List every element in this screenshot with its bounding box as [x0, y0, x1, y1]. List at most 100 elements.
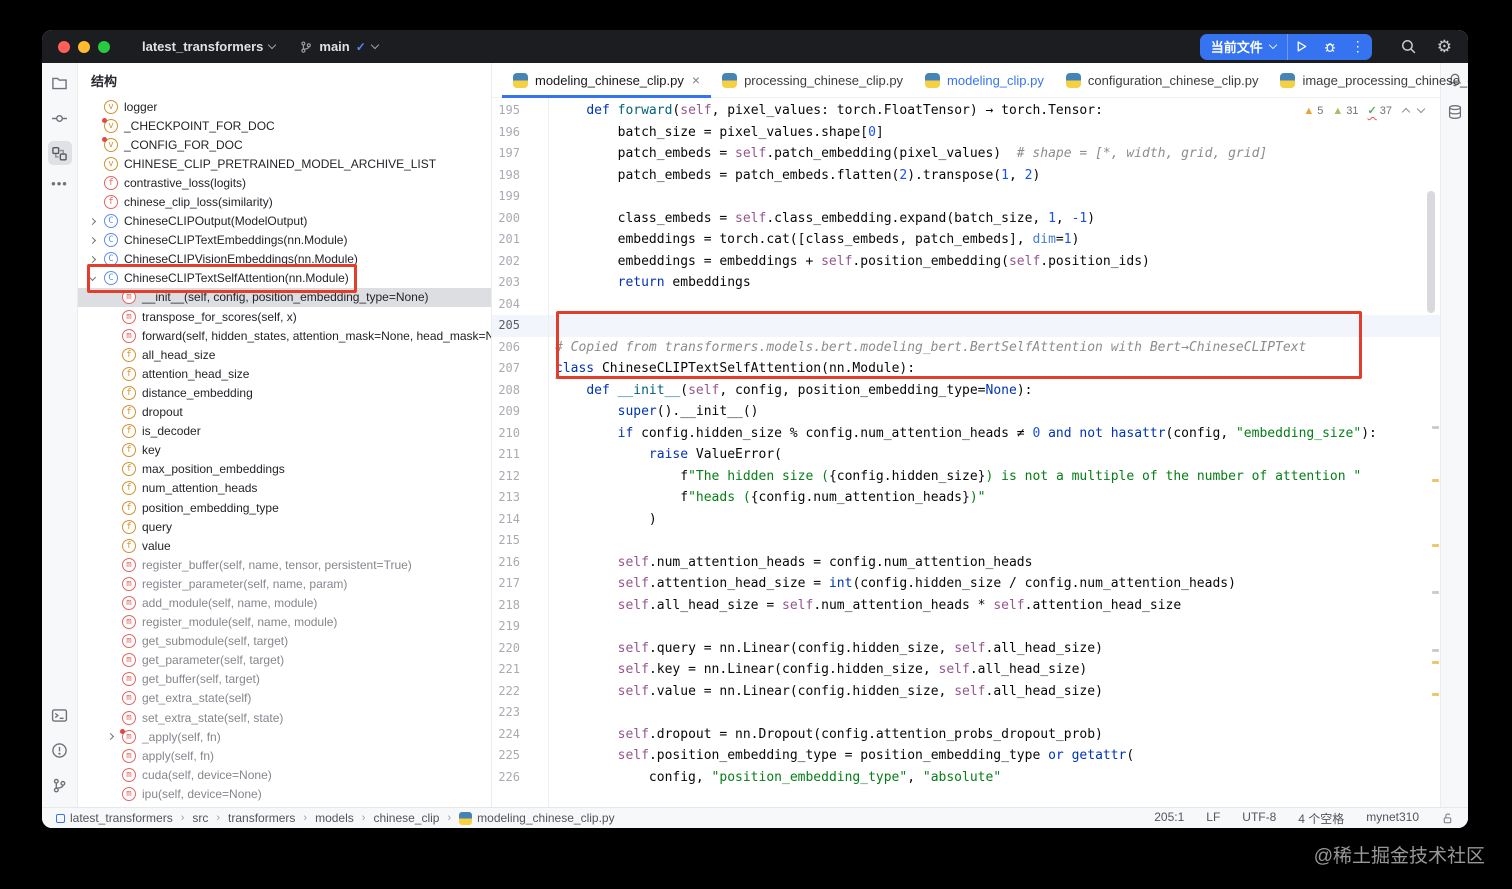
- tab[interactable]: modeling_clip.py: [914, 63, 1055, 97]
- tab[interactable]: modeling_chinese_clip.py ×: [502, 63, 712, 98]
- code-line[interactable]: 226 config, "position_embedding_type", "…: [492, 767, 1440, 789]
- previous-problem-button[interactable]: [1401, 107, 1411, 117]
- warnings-indicator[interactable]: ▲ 5: [1303, 105, 1323, 117]
- code-line[interactable]: 225 self.position_embedding_type = posit…: [492, 745, 1440, 767]
- error-stripe-mark[interactable]: [1432, 591, 1439, 594]
- breadcrumb-item[interactable]: transformers: [228, 811, 295, 825]
- code-line[interactable]: 223: [492, 702, 1440, 724]
- code-line[interactable]: 200 class_embeds = self.class_embedding.…: [492, 208, 1440, 230]
- breadcrumb-item[interactable]: src: [192, 811, 208, 825]
- code-line[interactable]: 215: [492, 530, 1440, 552]
- code-line[interactable]: 207 class ChineseCLIPTextSelfAttention(nn…: [492, 358, 1440, 380]
- more-actions-button[interactable]: ⋮: [1344, 34, 1372, 60]
- error-stripe-mark[interactable]: [1432, 479, 1439, 482]
- run-config-selector[interactable]: 当前文件: [1200, 34, 1287, 60]
- search-everywhere-button[interactable]: [1400, 38, 1417, 55]
- structure-item[interactable]: v logger: [78, 97, 491, 116]
- debug-button[interactable]: [1316, 34, 1344, 60]
- code-line[interactable]: 224 self.dropout = nn.Dropout(config.att…: [492, 724, 1440, 746]
- code-line[interactable]: 196 batch_size = pixel_values.shape[0]: [492, 122, 1440, 144]
- code-line[interactable]: 202 embeddings = embeddings + self.posit…: [492, 251, 1440, 273]
- code-line[interactable]: 210 if config.hidden_size % config.num_a…: [492, 423, 1440, 445]
- error-stripe-mark[interactable]: [1432, 544, 1439, 547]
- project-tool-button[interactable]: [48, 71, 72, 95]
- structure-item[interactable]: C ChineseCLIPTextSelfAttention(nn.Module): [78, 269, 491, 288]
- code-line[interactable]: 217 self.attention_head_size = int(confi…: [492, 573, 1440, 595]
- code-line[interactable]: 221 self.key = nn.Linear(config.hidden_s…: [492, 659, 1440, 681]
- structure-item[interactable]: f is_decoder: [78, 422, 491, 441]
- problems-tool-button[interactable]: [48, 738, 72, 762]
- status-item[interactable]: 4 个空格: [1298, 810, 1344, 827]
- code-line[interactable]: 222 self.value = nn.Linear(config.hidden…: [492, 681, 1440, 703]
- database-tool-button[interactable]: [1447, 104, 1463, 120]
- structure-item[interactable]: f distance_embedding: [78, 383, 491, 402]
- error-stripe-mark[interactable]: [1432, 426, 1439, 429]
- code-line[interactable]: 206 # Copied from transformers.models.ber…: [492, 337, 1440, 359]
- structure-item[interactable]: m cuda(self, device=None): [78, 765, 491, 784]
- code-line[interactable]: 203 return embeddings: [492, 272, 1440, 294]
- structure-item[interactable]: m apply(self, fn): [78, 746, 491, 765]
- code-line[interactable]: 216 self.num_attention_heads = config.nu…: [492, 552, 1440, 574]
- structure-item[interactable]: f dropout: [78, 403, 491, 422]
- breadcrumb-item[interactable]: models: [315, 811, 354, 825]
- code-line[interactable]: 213 f"heads ({config.num_attention_heads…: [492, 487, 1440, 509]
- tree-chevron-icon[interactable]: [88, 255, 104, 263]
- structure-item[interactable]: m __init__(self, config, position_embeddi…: [78, 287, 491, 308]
- structure-item[interactable]: C ChineseCLIPVisionEmbeddings(nn.Module): [78, 250, 491, 269]
- code-line[interactable]: 209 super().__init__(): [492, 401, 1440, 423]
- structure-item[interactable]: f query: [78, 517, 491, 536]
- inspections-widget[interactable]: ▲ 5 ▲ 31 ✓ 37: [1299, 103, 1428, 118]
- structure-item[interactable]: f position_embedding_type: [78, 498, 491, 517]
- code-line[interactable]: 205: [492, 315, 1440, 337]
- code-line[interactable]: 211 raise ValueError(: [492, 444, 1440, 466]
- structure-tool-button[interactable]: [47, 141, 72, 165]
- maximize-window-button[interactable]: [98, 40, 110, 53]
- structure-item[interactable]: m register_parameter(self, name, param): [78, 574, 491, 593]
- tree-chevron-icon[interactable]: [88, 217, 104, 225]
- project-selector[interactable]: latest_transformers: [142, 39, 277, 54]
- version-control-tool-button[interactable]: [48, 773, 72, 797]
- editor-scrollbar[interactable]: [1427, 191, 1435, 313]
- code-line[interactable]: 198 patch_embeds = patch_embeds.flatten(…: [492, 165, 1440, 187]
- code-line[interactable]: 219: [492, 616, 1440, 638]
- structure-item[interactable]: m register_buffer(self, name, tensor, per…: [78, 555, 491, 574]
- code-line[interactable]: 199: [492, 186, 1440, 208]
- breadcrumb-item[interactable]: modeling_chinese_clip.py: [459, 811, 615, 825]
- lock-icon[interactable]: [1441, 812, 1454, 825]
- error-stripe-mark[interactable]: [1432, 661, 1439, 664]
- code-editor[interactable]: 195 def forward(self, pixel_values: torc…: [492, 98, 1440, 807]
- structure-item[interactable]: v _CHECKPOINT_FOR_DOC: [78, 116, 491, 135]
- structure-item[interactable]: C ChineseCLIPOutput(ModelOutput): [78, 212, 491, 231]
- structure-item[interactable]: v _CONFIG_FOR_DOC: [78, 135, 491, 154]
- structure-item[interactable]: f max_position_embeddings: [78, 460, 491, 479]
- structure-item[interactable]: f value: [78, 536, 491, 555]
- structure-item[interactable]: f attention_head_size: [78, 364, 491, 383]
- more-tool-windows-button[interactable]: •••: [51, 176, 68, 191]
- close-window-button[interactable]: [58, 40, 70, 53]
- structure-item[interactable]: f all_head_size: [78, 345, 491, 364]
- code-line[interactable]: 195 def forward(self, pixel_values: torc…: [492, 100, 1440, 122]
- structure-item[interactable]: m ipu(self, device=None): [78, 784, 491, 803]
- breadcrumb-item[interactable]: latest_transformers: [56, 811, 173, 825]
- error-stripe-mark[interactable]: [1432, 649, 1439, 652]
- status-item[interactable]: 205:1: [1154, 810, 1184, 827]
- next-problem-button[interactable]: [1416, 104, 1426, 114]
- structure-item[interactable]: m get_extra_state(self): [78, 689, 491, 708]
- minimize-window-button[interactable]: [78, 40, 90, 53]
- structure-item[interactable]: m register_module(self, name, module): [78, 613, 491, 632]
- structure-item[interactable]: f contrastive_loss(logits): [78, 173, 491, 192]
- commit-tool-button[interactable]: [48, 106, 72, 130]
- structure-item[interactable]: f num_attention_heads: [78, 479, 491, 498]
- breadcrumb-item[interactable]: chinese_clip: [373, 811, 439, 825]
- structure-item[interactable]: m _apply(self, fn): [78, 727, 491, 746]
- code-line[interactable]: 214 ): [492, 509, 1440, 531]
- structure-item[interactable]: m set_extra_state(self, state): [78, 708, 491, 727]
- run-button[interactable]: [1288, 34, 1316, 60]
- tree-chevron-icon[interactable]: [106, 733, 122, 741]
- terminal-tool-button[interactable]: [48, 703, 72, 727]
- structure-item[interactable]: C ChineseCLIPTextEmbeddings(nn.Module): [78, 231, 491, 250]
- structure-item[interactable]: f key: [78, 441, 491, 460]
- tree-chevron-icon[interactable]: [88, 236, 104, 244]
- structure-item[interactable]: m add_module(self, name, module): [78, 593, 491, 612]
- structure-item[interactable]: m get_submodule(self, target): [78, 632, 491, 651]
